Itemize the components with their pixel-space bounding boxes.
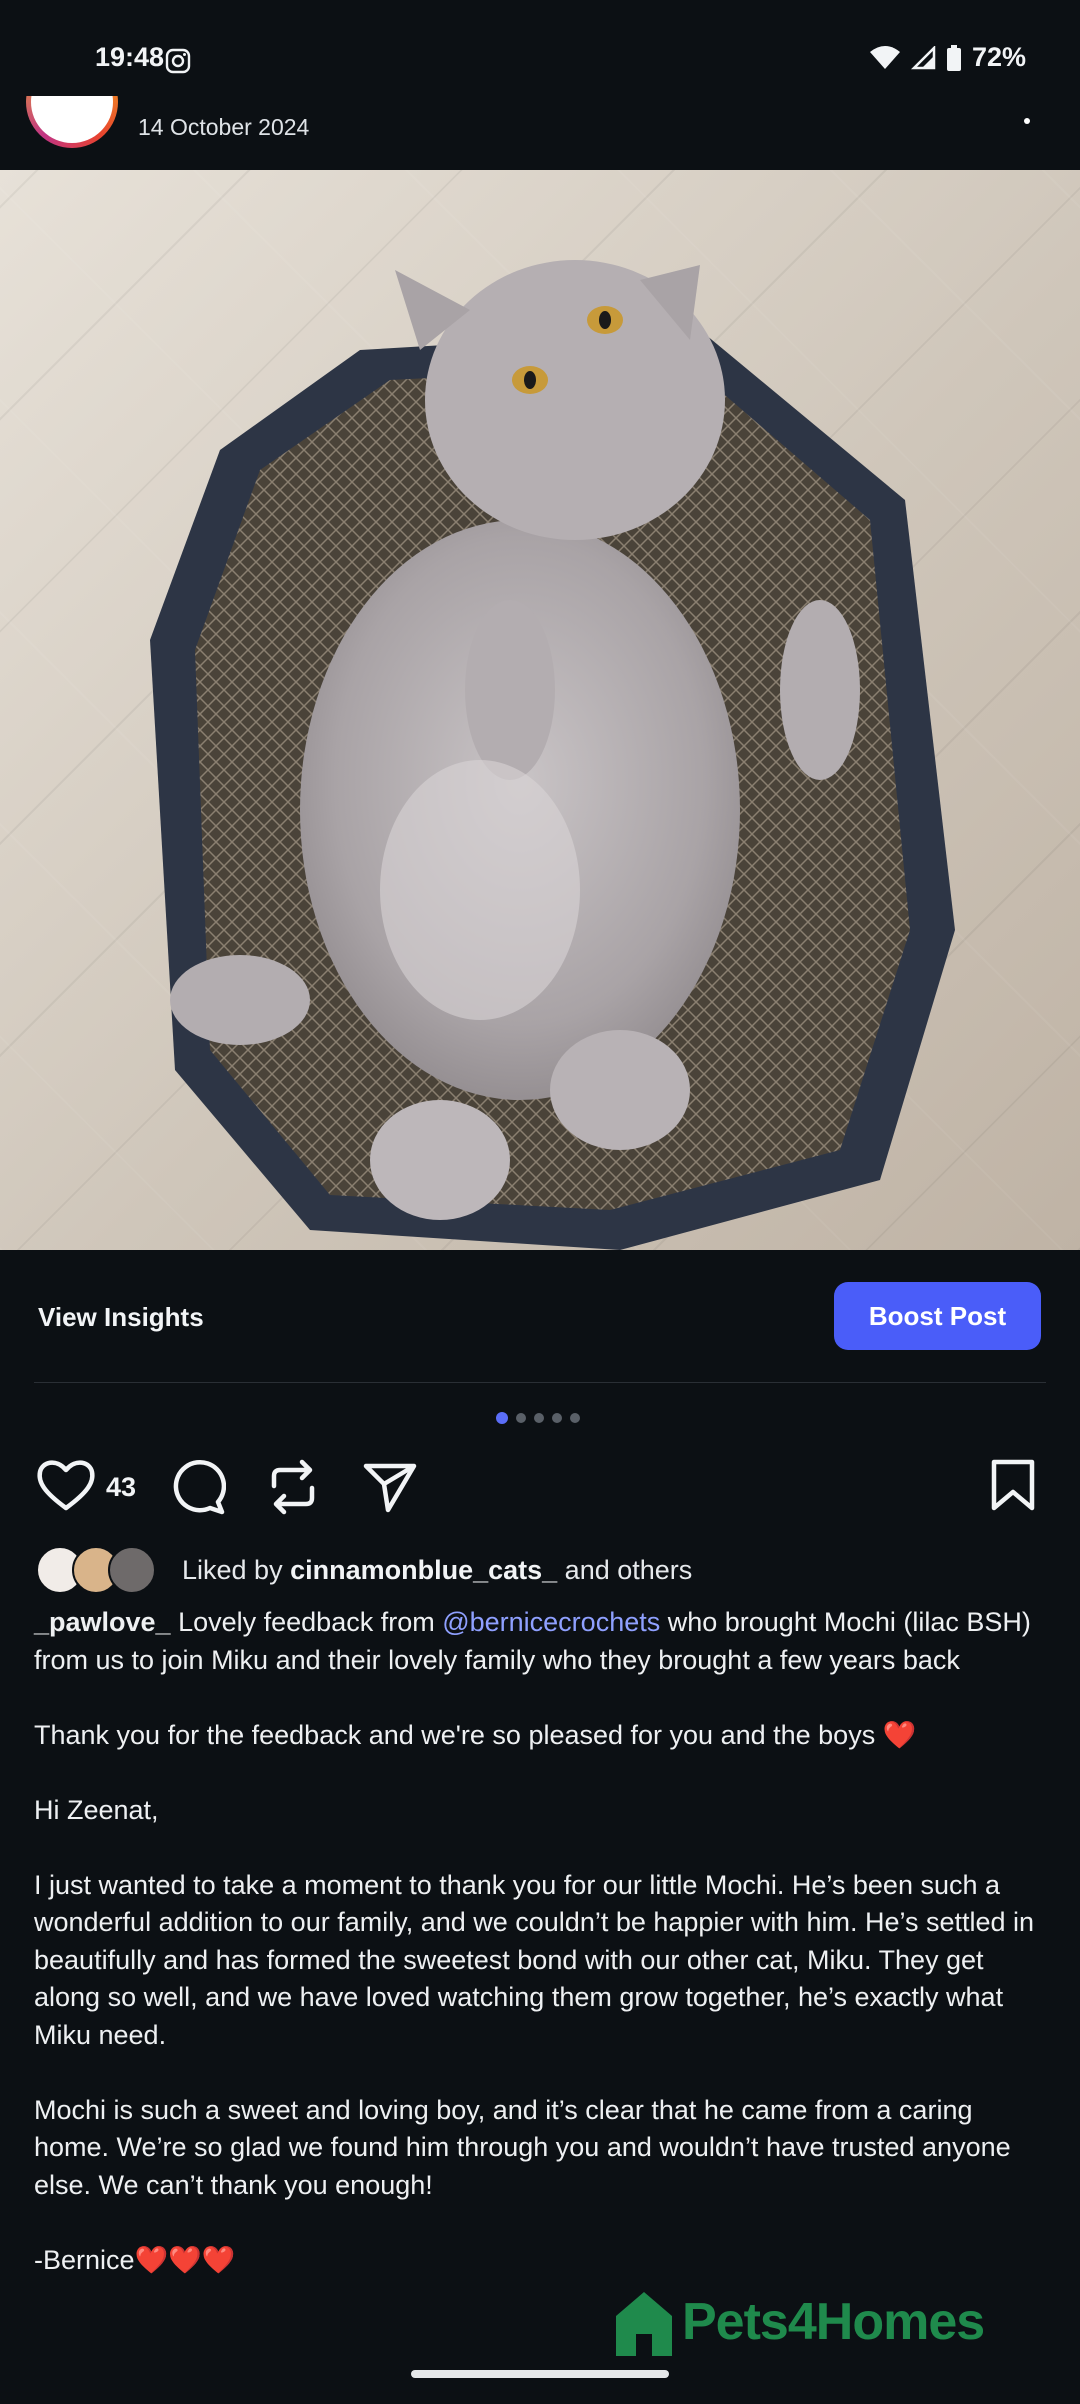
more-options-icon[interactable] xyxy=(1024,118,1030,124)
liker-avatar xyxy=(108,1546,156,1594)
wifi-icon xyxy=(869,45,900,69)
battery-icon xyxy=(946,44,961,71)
watermark-text: Pets4Homes xyxy=(682,2293,985,2351)
signal-icon xyxy=(910,45,936,69)
heart-emoji: ❤️ xyxy=(882,1719,917,1750)
comment-icon[interactable] xyxy=(168,1458,226,1516)
carousel-dot xyxy=(516,1413,526,1423)
cat-in-scratcher-bed-image xyxy=(150,260,955,1250)
liked-by-row[interactable]: Liked by cinnamonblue_cats_ and others xyxy=(36,1546,692,1594)
status-time: 19:48 xyxy=(95,42,165,72)
carousel-indicator xyxy=(496,1412,580,1424)
share-send-icon[interactable] xyxy=(362,1458,418,1514)
save-bookmark-icon[interactable] xyxy=(990,1458,1036,1512)
post-actions: 43 xyxy=(0,1450,1080,1520)
caption-paragraph: Mochi is such a sweet and loving boy, an… xyxy=(34,2094,1011,2200)
pets4homes-watermark: Pets4Homes xyxy=(612,2286,985,2358)
carousel-dot xyxy=(534,1413,544,1423)
carousel-dot xyxy=(552,1413,562,1423)
status-icons: 72% xyxy=(869,42,1026,73)
caption-greeting: Hi Zeenat, xyxy=(34,1794,159,1825)
caption-paragraph: I just wanted to take a moment to thank … xyxy=(34,1869,1035,2050)
carousel-dot xyxy=(570,1413,580,1423)
caption-intro: _pawlove_ Lovely feedback from @bernicec… xyxy=(34,1607,1031,1675)
caption-username[interactable]: _pawlove_ xyxy=(34,1607,171,1637)
caption-mention[interactable]: @bernicecrochets xyxy=(442,1607,660,1637)
divider xyxy=(34,1382,1046,1383)
heart-emoji: ❤️❤️❤️ xyxy=(134,2244,236,2275)
insights-row: View Insights Boost Post xyxy=(0,1250,1080,1384)
author-avatar[interactable] xyxy=(26,96,118,148)
post-photo[interactable] xyxy=(0,170,1080,1250)
caption-signoff: -Bernice❤️❤️❤️ xyxy=(34,2244,236,2275)
like-count[interactable]: 43 xyxy=(106,1472,136,1503)
post-caption: _pawlove_ Lovely feedback from @bernicec… xyxy=(34,1604,1048,2317)
liker-username[interactable]: cinnamonblue_cats_ xyxy=(290,1555,557,1585)
carousel-dot-active xyxy=(496,1412,508,1424)
repost-icon[interactable] xyxy=(266,1458,320,1516)
view-insights-button[interactable]: View Insights xyxy=(38,1302,204,1333)
home-indicator[interactable] xyxy=(411,2370,669,2378)
post-header: 14 October 2024 xyxy=(0,96,1080,170)
house-logo-icon xyxy=(616,2292,672,2356)
liked-by-text: Liked by cinnamonblue_cats_ and others xyxy=(182,1554,693,1585)
caption-thanks: Thank you for the feedback and we're so … xyxy=(34,1719,917,1750)
battery-percent: 72% xyxy=(971,42,1026,72)
like-heart-icon[interactable] xyxy=(36,1458,96,1512)
post-date: 14 October 2024 xyxy=(138,114,310,140)
instagram-notification-icon xyxy=(165,48,191,74)
boost-post-button[interactable]: Boost Post xyxy=(834,1282,1041,1350)
